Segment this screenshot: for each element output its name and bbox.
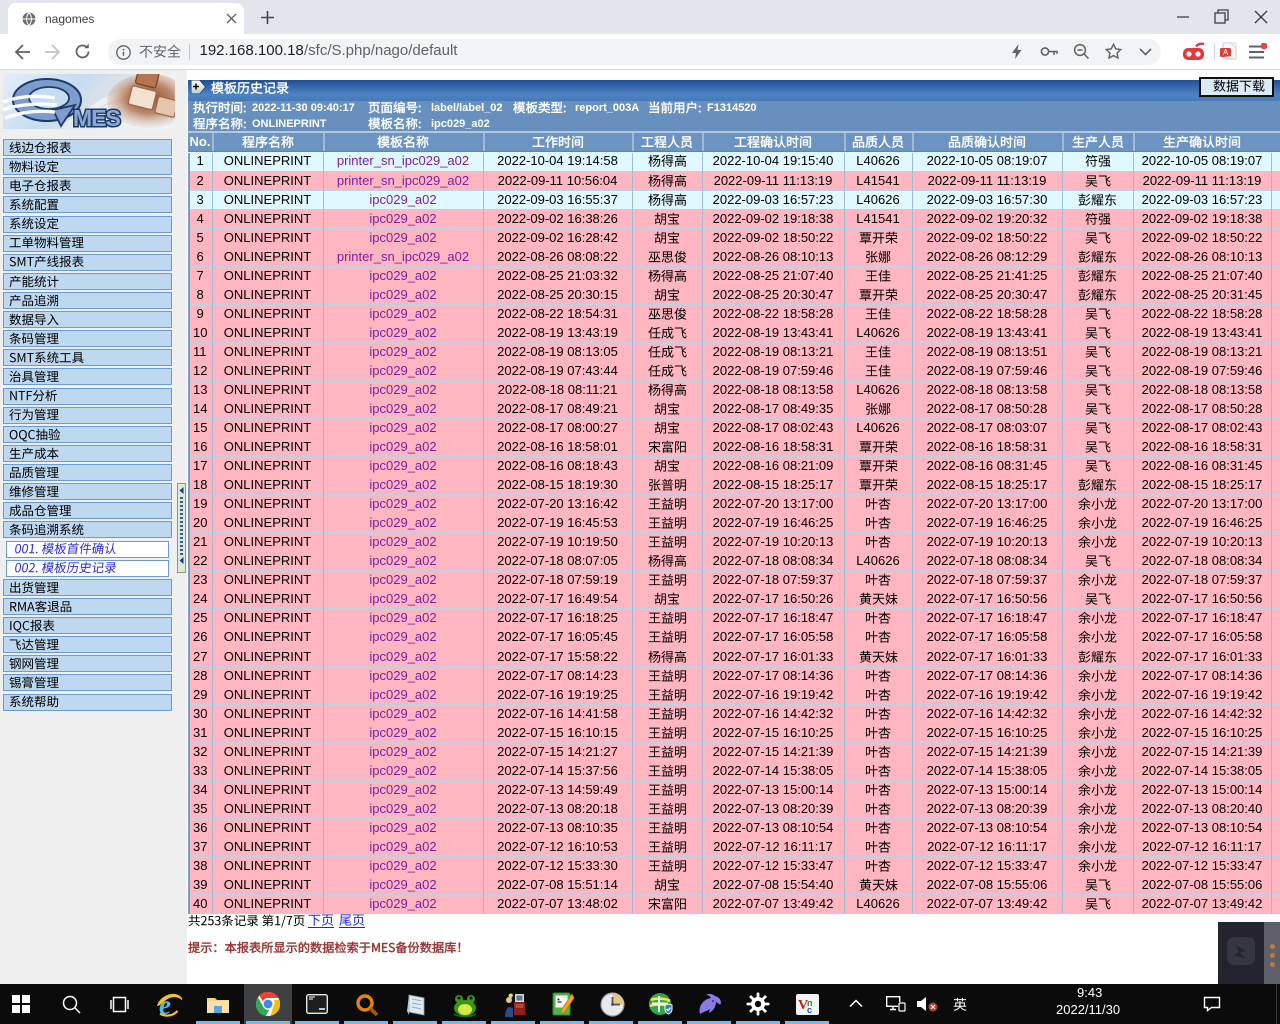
svg-text:c: c — [807, 1005, 812, 1015]
svg-text:A: A — [1223, 48, 1229, 57]
svg-text:MES: MES — [73, 105, 121, 129]
